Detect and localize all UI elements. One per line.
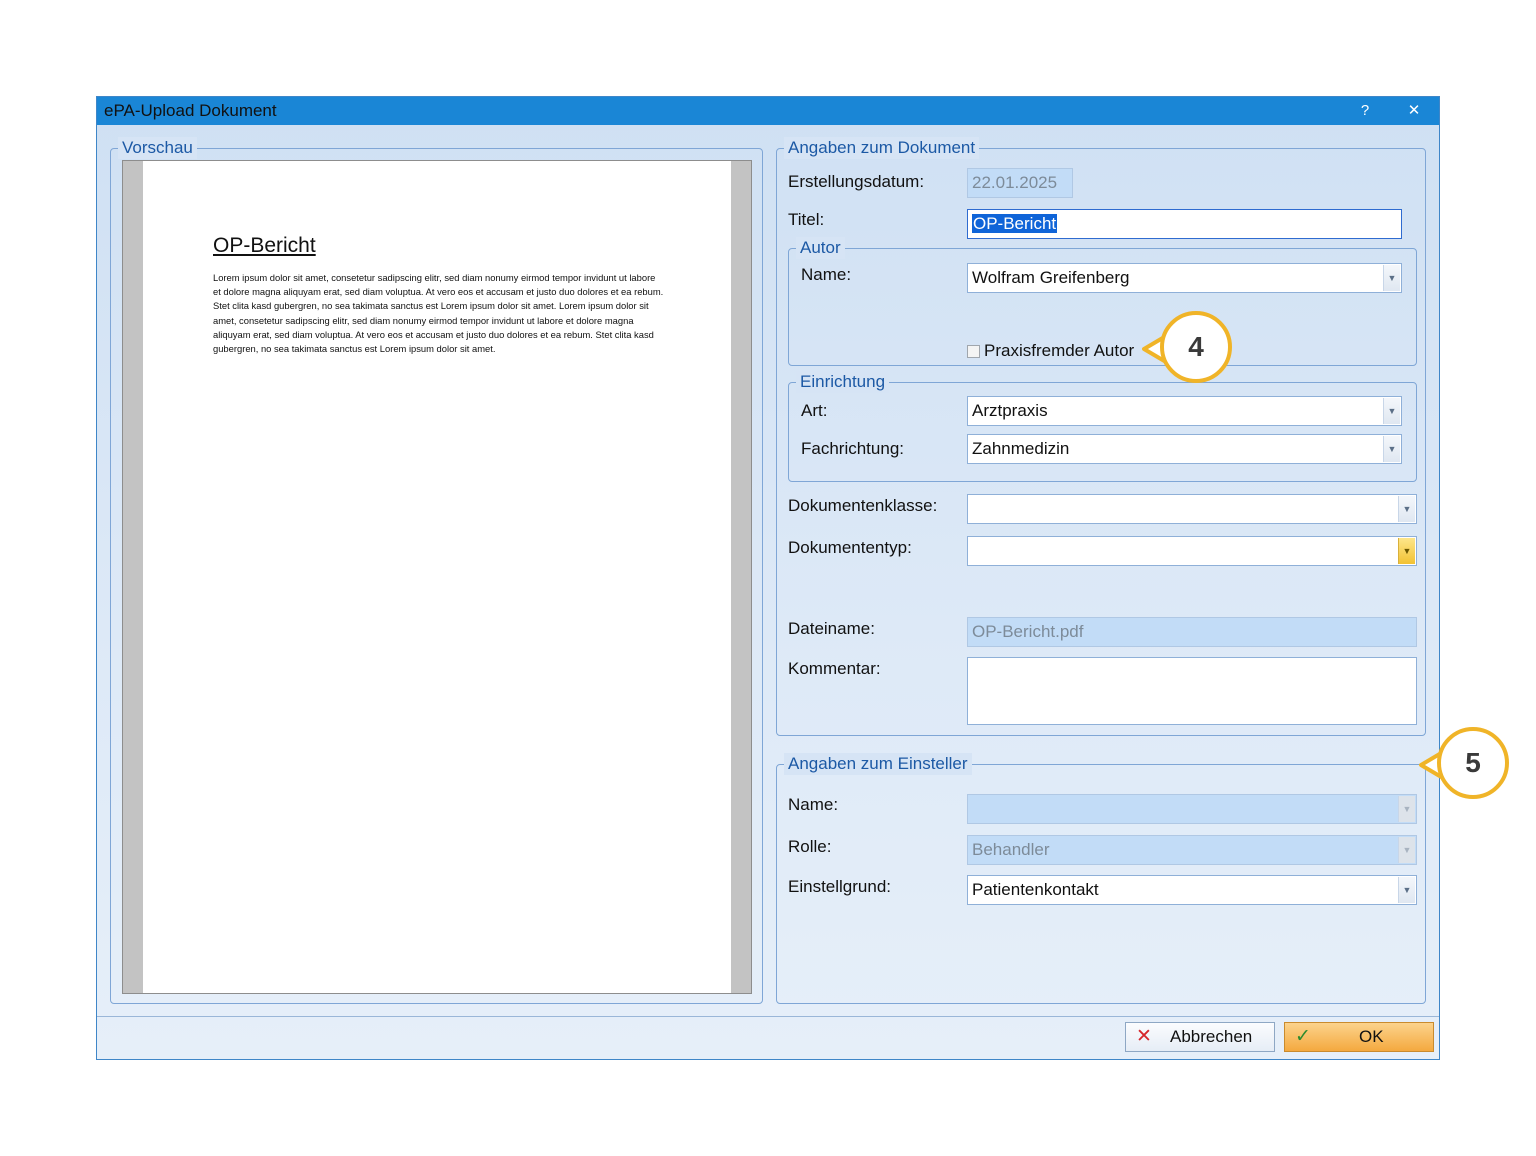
rolle-label: Rolle: xyxy=(788,837,832,856)
fachrichtung-label: Fachrichtung: xyxy=(801,439,904,458)
window-title: ePA-Upload Dokument xyxy=(104,101,277,120)
autor-name-value: Wolfram Greifenberg xyxy=(972,268,1130,287)
titel-label: Titel: xyxy=(788,210,825,229)
chevron-down-icon: ▼ xyxy=(1398,796,1415,822)
titel-value: OP-Bericht xyxy=(972,214,1058,233)
close-button[interactable]: ✕ xyxy=(1400,98,1428,124)
rolle-select: Behandler ▼ xyxy=(967,835,1417,865)
epa-upload-dialog: ePA-Upload Dokument ? ✕ Vorschau OP-Beri… xyxy=(96,96,1440,1060)
autor-name-label: Name: xyxy=(801,265,852,284)
chevron-down-icon[interactable]: ▼ xyxy=(1383,436,1400,462)
dateiname-label: Dateiname: xyxy=(788,619,875,638)
dokumententyp-label: Dokumententyp: xyxy=(788,538,912,557)
dokumentenklasse-label: Dokumentenklasse: xyxy=(788,496,938,515)
ok-button[interactable]: ✓ OK xyxy=(1284,1022,1434,1052)
titel-input[interactable]: OP-Bericht xyxy=(967,209,1402,239)
erstellungsdatum-field: 22.01.2025 xyxy=(967,168,1073,198)
einsteller-name-label: Name: xyxy=(788,795,839,814)
autor-name-select[interactable]: Wolfram Greifenberg ▼ xyxy=(967,263,1402,293)
einsteller-name-select: ▼ xyxy=(967,794,1417,824)
cancel-button[interactable]: ✕ Abbrechen xyxy=(1125,1022,1275,1052)
chevron-down-icon[interactable]: ▼ xyxy=(1383,398,1400,424)
cancel-button-label: Abbrechen xyxy=(1170,1027,1253,1046)
x-icon: ✕ xyxy=(1136,1026,1152,1047)
art-value: Arztpraxis xyxy=(972,401,1048,420)
fachrichtung-value: Zahnmedizin xyxy=(972,439,1070,458)
title-bar: ePA-Upload Dokument ? ✕ xyxy=(97,97,1439,125)
einstellgrund-value: Patientenkontakt xyxy=(972,880,1099,899)
dokumententyp-select[interactable]: ▼ xyxy=(967,536,1417,566)
preview-legend: Vorschau xyxy=(118,137,197,159)
erstellungsdatum-label: Erstellungsdatum: xyxy=(788,172,925,191)
art-select[interactable]: Arztpraxis ▼ xyxy=(967,396,1402,426)
chevron-down-icon: ▼ xyxy=(1398,837,1415,863)
rolle-value: Behandler xyxy=(972,840,1050,859)
art-label: Art: xyxy=(801,401,828,420)
chevron-down-icon[interactable]: ▼ xyxy=(1383,265,1400,291)
callout-5: 5 xyxy=(1437,727,1509,799)
chevron-down-icon[interactable]: ▼ xyxy=(1398,496,1415,522)
dateiname-field: OP-Bericht.pdf xyxy=(967,617,1417,647)
erstellungsdatum-value: 22.01.2025 xyxy=(972,173,1058,192)
document-preview[interactable]: OP-Bericht Lorem ipsum dolor sit amet, c… xyxy=(122,160,752,994)
kommentar-textarea[interactable] xyxy=(967,657,1417,725)
fachrichtung-select[interactable]: Zahnmedizin ▼ xyxy=(967,434,1402,464)
callout-4: 4 xyxy=(1160,311,1232,383)
preview-group: Vorschau OP-Bericht Lorem ipsum dolor si… xyxy=(110,137,763,1004)
kommentar-label: Kommentar: xyxy=(788,659,881,678)
praxisfremder-autor-label[interactable]: Praxisfremder Autor xyxy=(984,341,1134,361)
einrichtung-legend: Einrichtung xyxy=(796,371,890,393)
document-info-legend: Angaben zum Dokument xyxy=(784,137,980,159)
dateiname-value: OP-Bericht.pdf xyxy=(972,622,1084,641)
preview-doc-title: OP-Bericht xyxy=(213,234,316,257)
preview-page: OP-Bericht Lorem ipsum dolor sit amet, c… xyxy=(143,161,731,993)
footer-separator xyxy=(97,1016,1439,1017)
einstellgrund-label: Einstellgrund: xyxy=(788,877,892,896)
checkmark-icon: ✓ xyxy=(1295,1026,1311,1047)
chevron-down-icon[interactable]: ▼ xyxy=(1398,538,1415,564)
autor-legend: Autor xyxy=(796,237,845,259)
praxisfremder-autor-checkbox[interactable] xyxy=(967,345,980,358)
dokumentenklasse-select[interactable]: ▼ xyxy=(967,494,1417,524)
help-button[interactable]: ? xyxy=(1351,98,1379,124)
ok-button-label: OK xyxy=(1359,1027,1384,1046)
preview-doc-text: Lorem ipsum dolor sit amet, consetetur s… xyxy=(213,272,664,355)
chevron-down-icon[interactable]: ▼ xyxy=(1398,877,1415,903)
einstellgrund-select[interactable]: Patientenkontakt ▼ xyxy=(967,875,1417,905)
einsteller-legend: Angaben zum Einsteller xyxy=(784,753,972,775)
